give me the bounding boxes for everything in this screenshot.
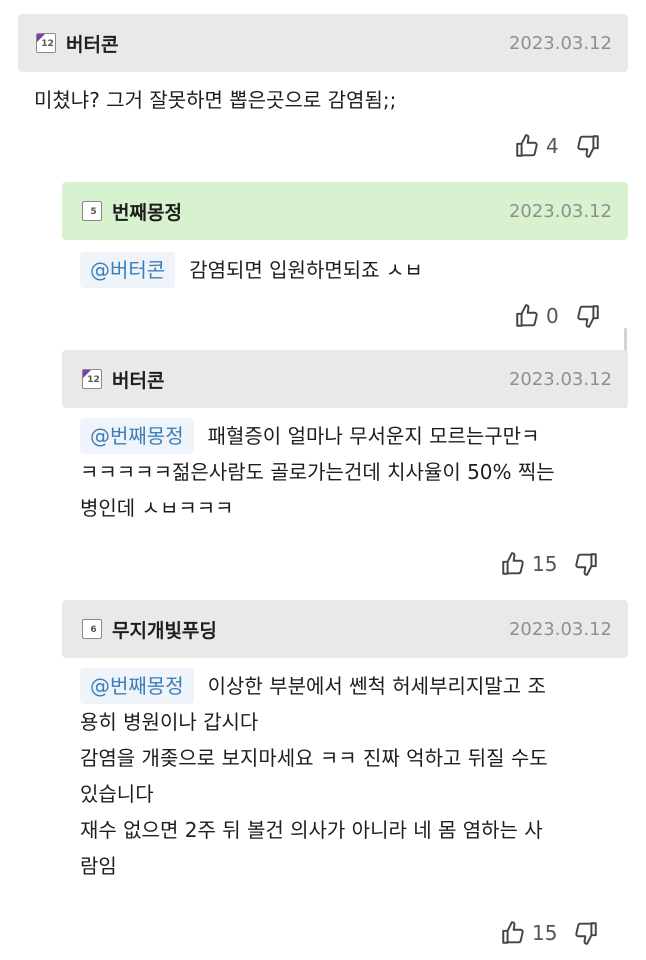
- like-count: 4: [546, 134, 559, 158]
- level-badge-icon: 5: [82, 201, 102, 221]
- thumbs-down-icon[interactable]: [575, 133, 601, 159]
- mention-tag[interactable]: @번째몽정: [80, 418, 194, 454]
- vote-bar: 0: [514, 303, 601, 329]
- thumbs-up-icon: [502, 921, 524, 944]
- thumbs-up-icon: [516, 134, 538, 157]
- thumbs-up-icon: [502, 552, 524, 575]
- level-badge-icon: 12: [82, 369, 102, 389]
- comment-text: @번째몽정 패혈증이 얼마나 무서운지 모르는구만ㅋ ㅋㅋㅋㅋㅋ젊은사람도 골로가…: [80, 418, 640, 526]
- level-badge-icon: 12: [36, 33, 56, 53]
- like-count: 15: [532, 552, 558, 576]
- comment-header: 6 무지개빛푸딩 2023.03.12: [62, 600, 628, 658]
- vote-bar: 15: [500, 551, 599, 577]
- thumbs-up-icon: [516, 304, 538, 327]
- username[interactable]: 버터콘: [66, 30, 118, 57]
- comment-date: 2023.03.12: [508, 618, 612, 640]
- like-button[interactable]: 15: [500, 920, 573, 946]
- comment-header: 5 번째몽정 2023.03.12: [62, 182, 628, 240]
- username[interactable]: 번째몽정: [112, 198, 182, 225]
- comment-date: 2023.03.12: [508, 368, 612, 390]
- like-count: 15: [532, 921, 558, 945]
- username[interactable]: 무지개빛푸딩: [112, 616, 217, 643]
- like-button[interactable]: 15: [500, 551, 573, 577]
- mention-tag[interactable]: @버터콘: [80, 252, 176, 288]
- like-count: 0: [546, 304, 559, 328]
- level-badge-icon: 6: [82, 619, 102, 639]
- username[interactable]: 버터콘: [112, 366, 164, 393]
- comment-header: 12 버터콘 2023.03.12: [18, 14, 628, 72]
- comment-text: @버터콘 감염되면 입원하면되죠 ㅅㅂ: [80, 252, 628, 288]
- thumbs-down-icon[interactable]: [575, 303, 601, 329]
- mention-tag[interactable]: @번째몽정: [80, 668, 194, 704]
- like-button[interactable]: 0: [514, 303, 575, 329]
- thumbs-down-icon[interactable]: [573, 551, 599, 577]
- comment-text: @번째몽정 이상한 부분에서 쎈척 허세부리지말고 조 용히 병원이나 갑시다 감…: [80, 668, 640, 884]
- comment-text: 미쳤냐? 그거 잘못하면 뽑은곳으로 감염됨;;: [34, 88, 397, 112]
- vote-bar: 4: [514, 133, 601, 159]
- comment-date: 2023.03.12: [508, 200, 612, 222]
- thumbs-down-icon[interactable]: [573, 920, 599, 946]
- vote-bar: 15: [500, 920, 599, 946]
- comment-date: 2023.03.12: [508, 32, 612, 54]
- comment-header: 12 버터콘 2023.03.12: [62, 350, 628, 408]
- like-button[interactable]: 4: [514, 133, 575, 159]
